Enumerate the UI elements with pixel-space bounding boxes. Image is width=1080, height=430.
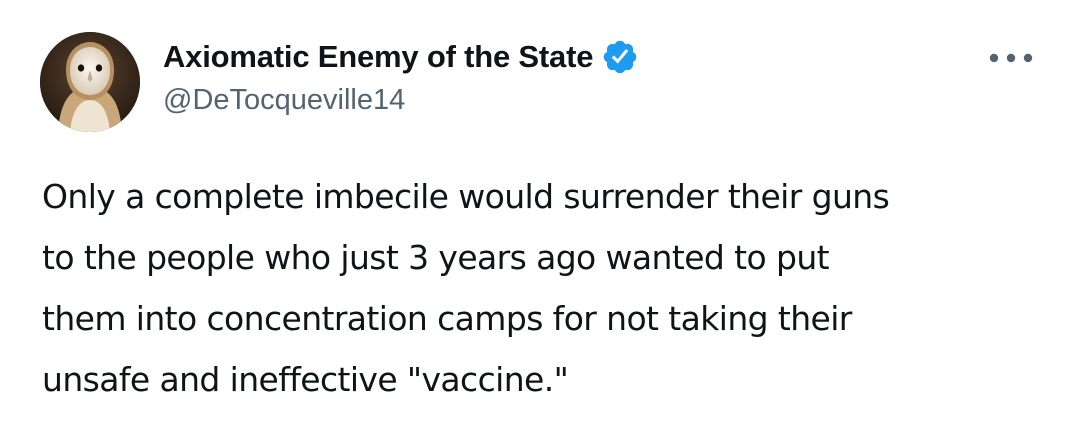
tweet-text: Only a complete imbecile would surrender…	[42, 177, 890, 399]
more-options-button[interactable]	[983, 38, 1039, 78]
barn-owl-avatar-icon	[40, 32, 140, 132]
more-horizontal-icon	[989, 53, 1033, 63]
avatar[interactable]	[40, 32, 140, 132]
author-name-row: Axiomatic Enemy of the State	[163, 34, 639, 80]
verified-badge-icon[interactable]	[601, 38, 639, 76]
author-display-name[interactable]: Axiomatic Enemy of the State	[163, 39, 593, 75]
author-handle[interactable]: @DeTocqueville14	[163, 84, 405, 117]
tweet-card: Axiomatic Enemy of the State @DeTocquevi…	[0, 0, 1080, 430]
